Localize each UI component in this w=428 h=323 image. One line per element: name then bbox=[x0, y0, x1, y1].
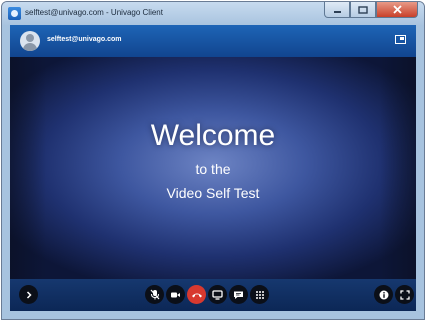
fullscreen-icon bbox=[399, 289, 410, 300]
close-button[interactable] bbox=[376, 2, 418, 18]
end-call-icon bbox=[191, 293, 202, 297]
welcome-subtitle-2: Video Self Test bbox=[166, 185, 260, 201]
fullscreen-button[interactable] bbox=[395, 285, 414, 304]
end-call-button[interactable] bbox=[187, 285, 206, 304]
app-header: selftest@univago.com bbox=[10, 25, 416, 57]
welcome-subtitle-1: to the bbox=[195, 161, 231, 177]
avatar[interactable] bbox=[20, 31, 40, 51]
client-area: selftest@univago.com Welcome to the Vide… bbox=[10, 25, 416, 311]
info-button[interactable] bbox=[374, 285, 393, 304]
minimize-button[interactable] bbox=[324, 2, 350, 18]
minimize-icon bbox=[333, 10, 341, 13]
screen-share-button[interactable] bbox=[208, 285, 227, 304]
keypad-button[interactable] bbox=[250, 285, 269, 304]
maximize-button[interactable] bbox=[350, 2, 376, 18]
avatar-body bbox=[23, 43, 37, 51]
mute-button[interactable] bbox=[145, 285, 164, 304]
window-controls bbox=[324, 2, 418, 19]
app-icon bbox=[8, 7, 21, 20]
chat-icon bbox=[234, 291, 243, 299]
close-icon bbox=[392, 5, 402, 14]
mute-mic-icon bbox=[150, 289, 159, 300]
welcome-heading: Welcome bbox=[150, 119, 276, 152]
camera-button[interactable] bbox=[166, 285, 185, 304]
user-email: selftest@univago.com bbox=[47, 36, 122, 43]
avatar-head bbox=[26, 34, 34, 42]
maximize-icon bbox=[358, 5, 368, 14]
call-toolbar bbox=[10, 279, 416, 311]
window-title: selftest@univago.com - Univago Client bbox=[25, 8, 163, 17]
video-area: Welcome to the Video Self Test bbox=[10, 57, 416, 279]
chat-button[interactable] bbox=[229, 285, 248, 304]
expand-button[interactable] bbox=[19, 285, 38, 304]
app-window: selftest@univago.com - Univago Client se… bbox=[1, 1, 425, 320]
picture-in-picture-icon[interactable] bbox=[395, 35, 406, 44]
camera-icon bbox=[171, 292, 180, 297]
title-bar[interactable]: selftest@univago.com - Univago Client bbox=[2, 2, 424, 25]
chevron-right-icon bbox=[26, 290, 32, 299]
screen-share-icon bbox=[212, 289, 223, 300]
keypad-icon bbox=[255, 290, 264, 299]
info-icon bbox=[379, 290, 388, 299]
